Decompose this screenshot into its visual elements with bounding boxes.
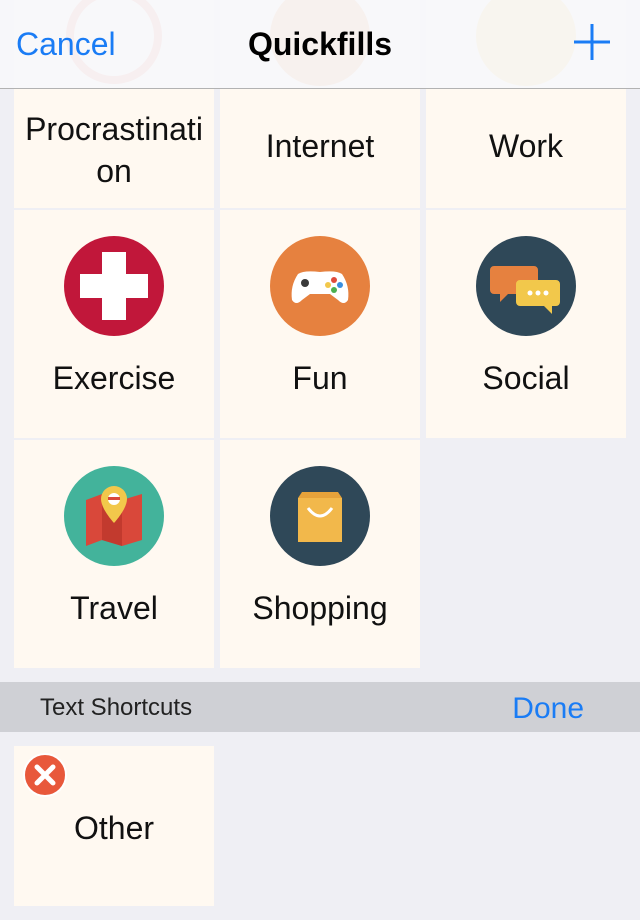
quickfill-tile-fun[interactable]: Fun	[220, 210, 420, 438]
section-title: Text Shortcuts	[40, 694, 193, 721]
tile-label: Travel	[70, 590, 158, 626]
shopping-bag-icon	[270, 466, 370, 566]
quickfill-tile-social[interactable]: Social	[426, 210, 626, 438]
quickfill-tile-travel[interactable]: Travel	[14, 440, 214, 668]
tile-label: Fun	[292, 360, 348, 396]
navigation-bar: Cancel Quickfills	[0, 0, 640, 89]
tile-label: Other	[73, 810, 155, 846]
done-button[interactable]: Done	[512, 692, 584, 726]
plus-icon[interactable]	[572, 22, 612, 62]
tile-label: Internet	[265, 128, 375, 164]
quickfill-tile-exercise[interactable]: Exercise	[14, 210, 214, 438]
text-shortcuts-header: Text Shortcuts Done	[0, 682, 640, 732]
tile-label: Shopping	[252, 590, 388, 626]
page-title: Quickfills	[247, 26, 393, 62]
quickfill-tile-shopping[interactable]: Shopping	[220, 440, 420, 668]
map-pin-icon	[64, 466, 164, 566]
tile-label: Procrastinati on	[25, 111, 203, 189]
quickfills-screen: Procrastination Internet Work Exercise	[0, 0, 640, 920]
game-controller-icon	[270, 236, 370, 336]
chat-bubbles-icon	[476, 236, 576, 336]
tile-label: Work	[488, 128, 564, 164]
tile-label: Exercise	[52, 360, 176, 396]
delete-icon[interactable]	[22, 752, 68, 798]
medical-cross-icon	[64, 236, 164, 336]
tile-label: Social	[482, 360, 570, 396]
